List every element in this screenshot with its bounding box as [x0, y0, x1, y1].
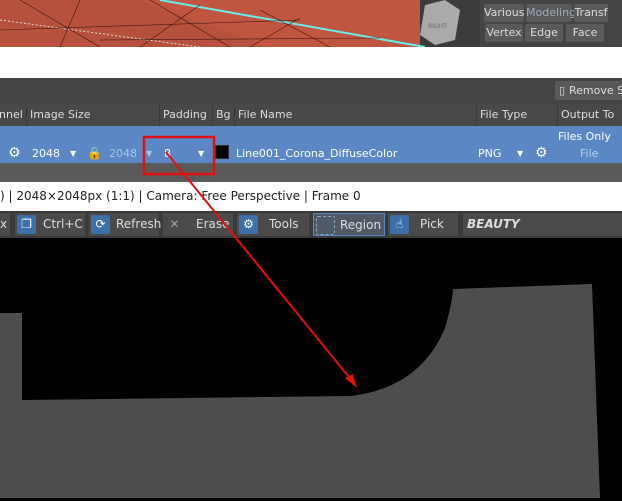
- annotation-overlay: [142, 135, 357, 388]
- annotation-arrow: [165, 151, 354, 383]
- arrow-head: [345, 374, 357, 388]
